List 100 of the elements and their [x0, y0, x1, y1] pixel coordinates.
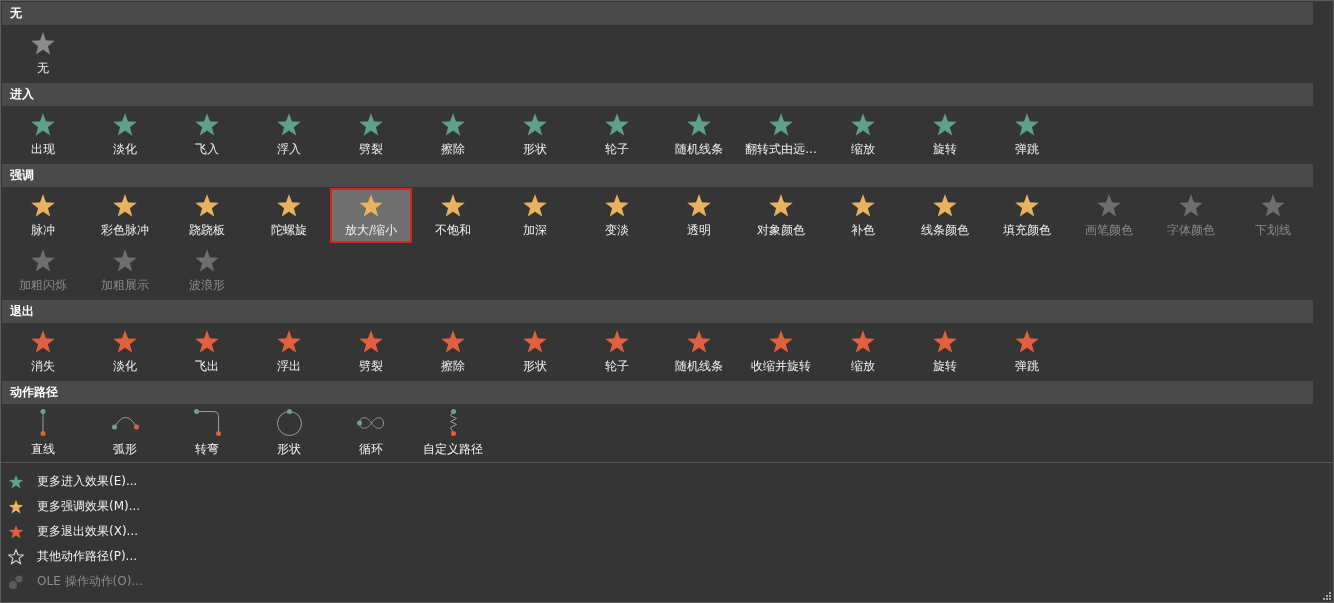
resize-grip-icon[interactable] — [1323, 592, 1331, 600]
menu-label: 更多退出效果(X)... — [37, 523, 139, 540]
menu-label: 更多进入效果(E)... — [37, 473, 138, 490]
custom-path-icon — [449, 409, 457, 436]
star-icon — [358, 328, 384, 355]
star-icon — [686, 111, 712, 138]
animation-option[interactable]: 脉冲 — [2, 188, 84, 243]
animation-option[interactable]: 飞出 — [166, 324, 248, 379]
menu-item[interactable]: 更多强调效果(M)... — [1, 494, 1333, 519]
animation-option[interactable]: 缩放 — [822, 107, 904, 162]
animation-option[interactable]: 劈裂 — [330, 107, 412, 162]
animation-option[interactable]: 擦除 — [412, 324, 494, 379]
star-icon — [932, 328, 958, 355]
animation-option[interactable]: 形状 — [248, 405, 330, 460]
menu-item[interactable]: 更多进入效果(E)... — [1, 469, 1333, 494]
animation-option[interactable]: 翻转式由远... — [740, 107, 822, 162]
animation-option[interactable]: 消失 — [2, 324, 84, 379]
animation-option[interactable]: 收缩并旋转 — [740, 324, 822, 379]
animation-option[interactable]: 浮出 — [248, 324, 330, 379]
star-icon — [1014, 328, 1040, 355]
star-icon — [1260, 192, 1286, 219]
animation-option[interactable]: 直线 — [2, 405, 84, 460]
animation-option[interactable]: 飞入 — [166, 107, 248, 162]
gears-icon — [8, 573, 24, 590]
animation-option[interactable]: 弹跳 — [986, 324, 1068, 379]
animation-option[interactable]: 补色 — [822, 188, 904, 243]
menu-item[interactable]: 其他动作路径(P)... — [1, 544, 1333, 569]
arc-path-icon — [111, 415, 139, 430]
star-icon — [850, 328, 876, 355]
star-icon — [768, 192, 794, 219]
star-icon — [1014, 192, 1040, 219]
animation-option[interactable]: 自定义路径 — [412, 405, 494, 460]
section-header: 退出 — [2, 300, 1313, 323]
animation-option[interactable]: 轮子 — [576, 324, 658, 379]
circle-path-icon — [276, 409, 302, 436]
animation-option[interactable]: 放大/缩小 — [330, 188, 412, 243]
animation-option[interactable]: 擦除 — [412, 107, 494, 162]
section-header: 无 — [2, 2, 1313, 25]
star-icon — [30, 30, 56, 57]
line-path-icon — [40, 409, 46, 436]
star-icon — [112, 247, 138, 274]
animation-option[interactable]: 弧形 — [84, 405, 166, 460]
star-icon — [194, 192, 220, 219]
star-icon — [686, 328, 712, 355]
star-icon — [30, 192, 56, 219]
star-icon — [604, 192, 630, 219]
star-icon — [522, 111, 548, 138]
star-icon — [604, 111, 630, 138]
star-icon — [194, 247, 220, 274]
animation-option[interactable]: 跷跷板 — [166, 188, 248, 243]
animation-option[interactable]: 劈裂 — [330, 324, 412, 379]
animation-option[interactable]: 出现 — [2, 107, 84, 162]
star-icon — [194, 328, 220, 355]
star-icon — [768, 111, 794, 138]
animation-option[interactable]: 缩放 — [822, 324, 904, 379]
menu-item[interactable]: 更多退出效果(X)... — [1, 519, 1333, 544]
animation-option[interactable]: 浮入 — [248, 107, 330, 162]
animation-option[interactable]: 旋转 — [904, 107, 986, 162]
star-icon — [30, 328, 56, 355]
star-icon — [932, 192, 958, 219]
star-icon — [440, 111, 466, 138]
animation-option[interactable]: 不饱和 — [412, 188, 494, 243]
animation-option[interactable]: 透明 — [658, 188, 740, 243]
animation-option[interactable]: 形状 — [494, 324, 576, 379]
star-icon — [440, 328, 466, 355]
section-header: 动作路径 — [2, 381, 1313, 404]
star-icon — [8, 473, 24, 490]
animation-option[interactable]: 线条颜色 — [904, 188, 986, 243]
animation-option[interactable]: 变淡 — [576, 188, 658, 243]
star-icon — [522, 192, 548, 219]
animation-option[interactable]: 彩色脉冲 — [84, 188, 166, 243]
animation-option[interactable]: 轮子 — [576, 107, 658, 162]
animation-option[interactable]: 加深 — [494, 188, 576, 243]
animation-option[interactable]: 旋转 — [904, 324, 986, 379]
star-icon — [522, 328, 548, 355]
star-icon — [276, 328, 302, 355]
animation-option[interactable]: 循环 — [330, 405, 412, 460]
star-outline-icon — [8, 548, 24, 565]
star-icon — [768, 328, 794, 355]
star-icon — [112, 192, 138, 219]
star-icon — [932, 111, 958, 138]
animation-option[interactable]: 对象颜色 — [740, 188, 822, 243]
animation-option[interactable]: 无 — [2, 26, 84, 81]
loop-path-icon — [357, 415, 385, 430]
section-header: 进入 — [2, 83, 1313, 106]
star-icon — [686, 192, 712, 219]
animation-option[interactable]: 转弯 — [166, 405, 248, 460]
star-icon — [112, 111, 138, 138]
animation-option[interactable]: 淡化 — [84, 324, 166, 379]
turn-path-icon — [193, 409, 221, 436]
animation-option[interactable]: 陀螺旋 — [248, 188, 330, 243]
animation-option[interactable]: 随机线条 — [658, 324, 740, 379]
animation-option[interactable]: 弹跳 — [986, 107, 1068, 162]
animation-option[interactable]: 填充颜色 — [986, 188, 1068, 243]
star-icon — [276, 192, 302, 219]
animation-option[interactable]: 形状 — [494, 107, 576, 162]
animation-option[interactable]: 随机线条 — [658, 107, 740, 162]
star-icon — [30, 111, 56, 138]
animation-option[interactable]: 淡化 — [84, 107, 166, 162]
star-icon — [604, 328, 630, 355]
